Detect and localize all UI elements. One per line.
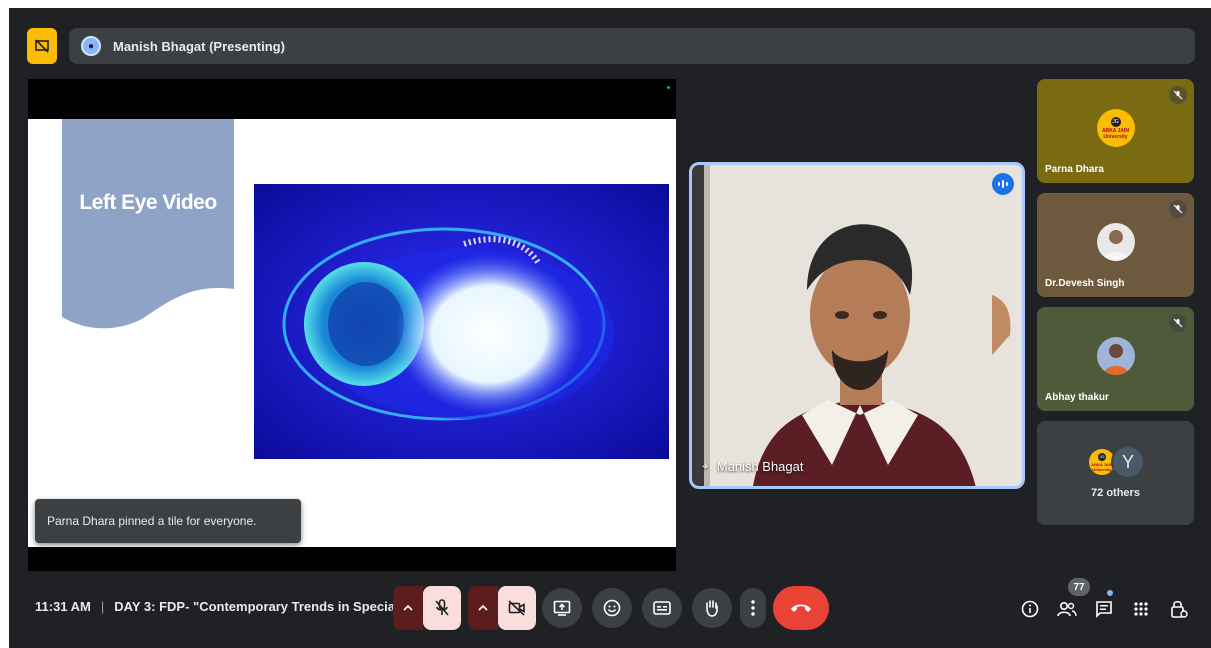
presenter-avatar: ●: [81, 36, 101, 56]
presenter-label: Manish Bhagat (Presenting): [113, 38, 285, 54]
present-screen-button[interactable]: [542, 588, 582, 628]
video-off-icon: [508, 600, 525, 616]
video-settings-chevron-icon[interactable]: [468, 586, 498, 630]
participant-avatar: [1096, 223, 1135, 261]
people-count-badge: 77: [1068, 578, 1090, 596]
meeting-title: DAY 3: FDP- "Contemporary Trends in Spec…: [114, 599, 410, 614]
participant-avatar: [1096, 337, 1135, 375]
eye-video-image: [254, 184, 669, 459]
meet-window: ● Manish Bhagat (Presenting) Left Eye Vi…: [9, 8, 1211, 648]
separator: |: [100, 599, 105, 614]
university-logo-avatar: JG ARKA JAIN University: [1096, 109, 1135, 147]
raise-hand-button[interactable]: [692, 588, 732, 628]
participant-tile-parna-dhara[interactable]: JG ARKA JAIN University Parna Dhara: [1037, 79, 1194, 183]
hang-up-icon: [791, 604, 811, 612]
toast-message: Parna Dhara pinned a tile for everyone.: [47, 514, 257, 528]
screen-share-off-icon: [35, 39, 49, 53]
participant-name: Abhay thakur: [1045, 392, 1109, 403]
mic-off-icon: [1169, 314, 1187, 332]
slide-title: Left Eye Video: [79, 191, 217, 214]
camera-off-button[interactable]: [498, 586, 536, 630]
meeting-info-button[interactable]: [1018, 597, 1042, 621]
slide-content: Left Eye Video: [28, 119, 676, 547]
mic-off-button[interactable]: [423, 586, 461, 630]
slide-banner-shape: [62, 119, 234, 329]
stop-presenting-icon[interactable]: [27, 28, 57, 64]
others-tile[interactable]: JG ARKA JAIN University Y 72 others: [1037, 421, 1194, 525]
activities-button[interactable]: [1129, 597, 1153, 621]
participant-tile-abhay-thakur[interactable]: Abhay thakur: [1037, 307, 1194, 411]
mic-off-icon: [435, 599, 449, 616]
host-controls-button[interactable]: [1167, 597, 1191, 621]
presenting-banner: ● Manish Bhagat (Presenting): [69, 28, 1195, 64]
avatar-initial: Y: [1111, 445, 1145, 479]
speaker-name: Manish Bhagat: [716, 459, 804, 474]
others-count-label: 72 others: [1091, 487, 1140, 499]
captions-button[interactable]: [642, 588, 682, 628]
pin-icon: ⌖: [702, 459, 709, 473]
meeting-details: 11:31 AM | DAY 3: FDP- "Contemporary Tre…: [35, 599, 409, 614]
audio-settings-chevron-icon[interactable]: [393, 586, 423, 630]
participant-name: Dr.Devesh Singh: [1045, 278, 1125, 289]
more-options-button[interactable]: [740, 588, 766, 628]
presentation-tile[interactable]: Left Eye Video: [28, 79, 676, 571]
clock-time: 11:31 AM: [35, 599, 91, 614]
people-button[interactable]: [1055, 597, 1079, 621]
leave-call-button[interactable]: [773, 586, 829, 630]
live-indicator: [667, 86, 670, 89]
mic-off-icon: [1169, 200, 1187, 218]
more-vertical-icon: [751, 600, 755, 616]
mic-off-icon: [1169, 86, 1187, 104]
apps-grid-icon: [1134, 602, 1148, 616]
reactions-button[interactable]: [592, 588, 632, 628]
pin-notification-toast: Parna Dhara pinned a tile for everyone.: [35, 499, 301, 543]
chat-icon: [1096, 601, 1112, 618]
closed-captions-icon: [653, 601, 671, 615]
speaker-video: [692, 165, 1022, 486]
speaker-name-label: ⌖ Manish Bhagat: [702, 459, 804, 474]
people-icon: [1057, 601, 1077, 617]
lock-person-icon: [1171, 600, 1188, 618]
emoji-icon: [603, 599, 621, 617]
participant-name: Parna Dhara: [1045, 164, 1104, 175]
mic-control: [393, 586, 461, 630]
chat-button[interactable]: [1092, 597, 1116, 621]
present-screen-icon: [553, 600, 571, 616]
chat-notification-dot: [1107, 590, 1113, 596]
camera-control: [468, 586, 536, 630]
raise-hand-icon: [706, 600, 718, 617]
main-speaker-tile[interactable]: ⌖ Manish Bhagat: [689, 162, 1025, 489]
participant-tile-devesh-singh[interactable]: Dr.Devesh Singh: [1037, 193, 1194, 297]
info-icon: [1021, 600, 1039, 618]
speaking-indicator-icon: [992, 173, 1014, 195]
